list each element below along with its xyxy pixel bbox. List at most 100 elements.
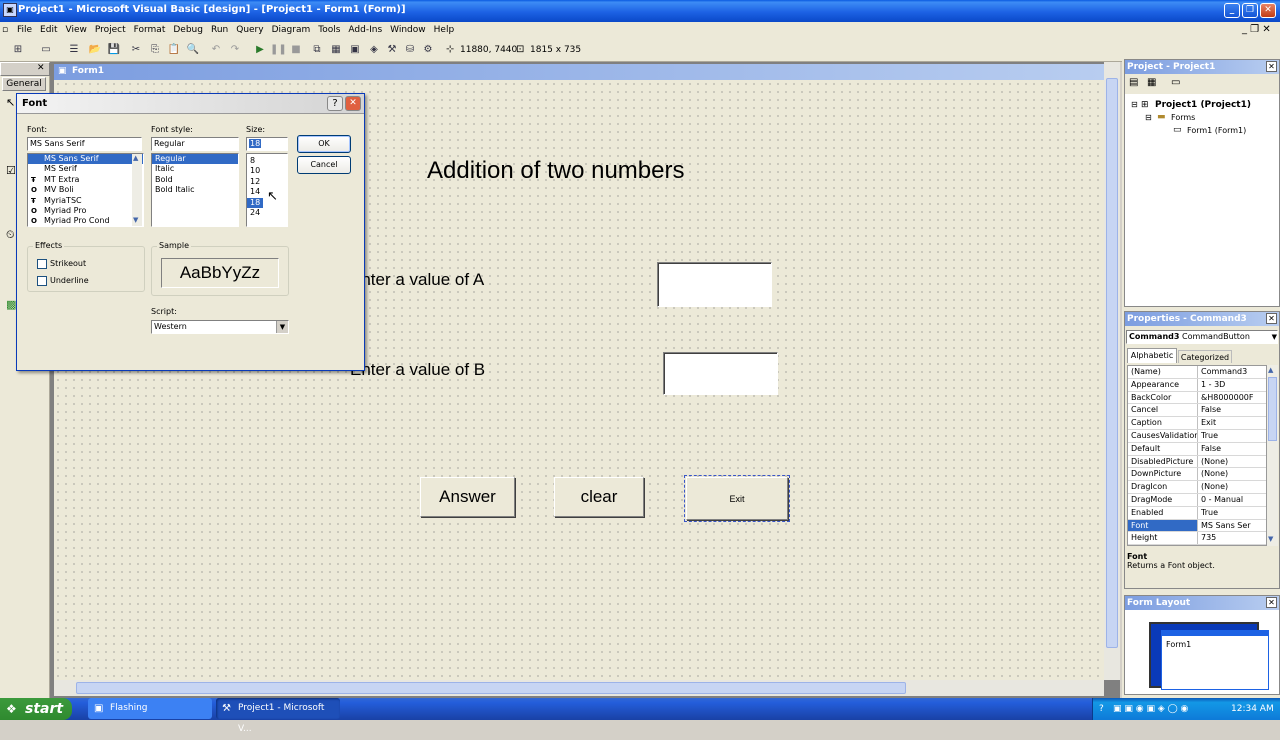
property-row[interactable]: DragIcon (None) [1128, 481, 1266, 494]
object-browser-icon[interactable]: ◈ [366, 42, 382, 58]
scroll-up-icon[interactable]: ▲ [133, 154, 138, 162]
menu-project[interactable]: Project [91, 22, 130, 38]
ok-button[interactable]: OK [297, 135, 351, 153]
menu-format[interactable]: Format [130, 22, 170, 38]
property-value[interactable]: Command3 [1198, 366, 1266, 378]
property-value[interactable]: 0 - Manual [1198, 494, 1266, 506]
property-value[interactable]: (None) [1198, 456, 1266, 468]
property-row[interactable]: Appearance 1 - 3D [1128, 378, 1266, 392]
layout-form-preview[interactable]: Form1 [1161, 630, 1269, 690]
property-value[interactable]: Exit [1198, 417, 1266, 429]
tree-collapse-icon[interactable]: ⊟ [1131, 100, 1138, 109]
property-value[interactable]: (None) [1198, 468, 1266, 480]
font-dialog-close-button[interactable]: ✕ [345, 96, 361, 111]
properties-panel-close-icon[interactable]: ✕ [1266, 313, 1277, 324]
property-value[interactable]: 735 [1198, 532, 1266, 544]
view-code-icon[interactable]: ▤ [1129, 77, 1138, 88]
font-list-item[interactable]: Ŧ MyriaTSC [28, 196, 143, 206]
style-list-item[interactable]: Bold Italic [152, 185, 238, 195]
timer-tool-icon[interactable]: ⏲ [6, 228, 15, 242]
cancel-button[interactable]: Cancel [297, 156, 351, 174]
menu-view[interactable]: View [61, 22, 90, 38]
toolbox-general-tab[interactable]: General [2, 77, 46, 91]
add-form-icon[interactable]: ▭ [38, 42, 54, 58]
font-list[interactable]: MS Sans Serif MS Serif Ŧ MT Extra O MV Bol… [27, 153, 144, 227]
menu-help[interactable]: Help [430, 22, 459, 38]
style-list-item[interactable]: Regular [152, 154, 238, 165]
property-value[interactable]: True [1198, 507, 1266, 519]
property-row[interactable]: Height 735 [1128, 532, 1266, 546]
menu-run[interactable]: Run [207, 22, 232, 38]
clear-button[interactable]: clear [554, 477, 644, 517]
open-icon[interactable]: 📂 [87, 42, 103, 58]
strikeout-label[interactable]: Strikeout [50, 259, 86, 268]
properties-scrollbar[interactable]: ▲ ▼ [1267, 365, 1278, 546]
menu-query[interactable]: Query [232, 22, 267, 38]
property-row[interactable]: Caption Exit [1128, 417, 1266, 430]
view-object-icon[interactable]: ▦ [1147, 77, 1156, 88]
property-row[interactable]: Font MS Sans Ser [1128, 519, 1266, 533]
properties-window-icon[interactable]: ▦ [328, 42, 344, 58]
task-flashing[interactable]: ▣ Flashing [88, 698, 212, 719]
textbox-a[interactable] [657, 262, 772, 307]
size-list-item[interactable]: 12 [247, 177, 287, 187]
font-dialog-help-button[interactable]: ? [327, 96, 343, 111]
start-icon[interactable]: ▶ [252, 42, 268, 58]
scroll-thumb[interactable] [1268, 377, 1277, 441]
help-tray-icon[interactable]: ? [1099, 698, 1104, 720]
undo-icon[interactable]: ↶ [208, 42, 224, 58]
property-value[interactable]: False [1198, 443, 1266, 455]
size-list-item[interactable]: 10 [247, 166, 287, 176]
property-row[interactable]: DisabledPicture (None) [1128, 455, 1266, 469]
style-list-item[interactable]: Italic [152, 164, 238, 174]
object-selector[interactable]: Command3 CommandButton ▼ [1126, 330, 1278, 344]
end-icon[interactable]: ■ [288, 42, 304, 58]
property-row[interactable]: CausesValidation True [1128, 429, 1266, 443]
task-vb[interactable]: ⚒ Project1 - Microsoft V... [216, 698, 340, 734]
paste-icon[interactable]: 📋 [166, 42, 182, 58]
font-list-item[interactable]: O Myriad Pro Cond [28, 216, 143, 226]
label-a[interactable]: Enter a value of A [350, 270, 484, 290]
style-list[interactable]: Regular Italic Bold Bold Italic [151, 153, 239, 227]
menu-debug[interactable]: Debug [169, 22, 207, 38]
tree-collapse-icon[interactable]: ⊟ [1145, 113, 1152, 122]
forms-folder[interactable]: Forms [1171, 113, 1195, 122]
size-list-item[interactable]: 24 [247, 208, 287, 218]
menu-editor-icon[interactable]: ☰ [66, 42, 82, 58]
restore-button[interactable]: ❐ [1242, 3, 1258, 18]
form1-item[interactable]: Form1 (Form1) [1187, 126, 1246, 135]
toolbox-icon[interactable]: ⚒ [384, 42, 400, 58]
toggle-folders-icon[interactable]: ▭ [1171, 77, 1180, 88]
cut-icon[interactable]: ✂ [128, 42, 144, 58]
hscroll-thumb[interactable] [76, 682, 906, 694]
pointer-tool-icon[interactable]: ↖ [6, 96, 15, 109]
property-row[interactable]: DownPicture (None) [1128, 468, 1266, 482]
project-explorer-icon[interactable]: ⧉ [309, 42, 325, 58]
font-list-item[interactable]: MS Sans Serif [28, 154, 143, 165]
save-icon[interactable]: 💾 [106, 42, 122, 58]
mdi-window-controls[interactable]: _ ❐ ✕ [1238, 22, 1275, 38]
tray-icons[interactable]: ▣ ▣ ◉ ▣ ◈ ◯ ◉ [1113, 698, 1188, 720]
scroll-down-icon[interactable]: ▼ [1268, 535, 1273, 543]
style-list-item[interactable]: Bold [152, 175, 238, 185]
font-list-item[interactable]: MS Serif [28, 164, 143, 174]
start-button[interactable]: ❖ start [0, 698, 72, 720]
font-list-item[interactable]: Ŧ MT Extra [28, 175, 143, 185]
strikeout-checkbox[interactable] [37, 259, 47, 269]
answer-button[interactable]: Answer [420, 477, 515, 517]
form-layout-close-icon[interactable]: ✕ [1266, 597, 1277, 608]
project-panel-close-icon[interactable]: ✕ [1266, 61, 1277, 72]
break-icon[interactable]: ❚❚ [270, 42, 287, 58]
scroll-down-icon[interactable]: ▼ [133, 216, 138, 224]
font-list-item[interactable]: O MV Boli [28, 185, 143, 195]
property-row[interactable]: Enabled True [1128, 506, 1266, 520]
scroll-up-icon[interactable]: ▲ [1268, 366, 1273, 374]
underline-checkbox[interactable] [37, 276, 47, 286]
property-row[interactable]: Cancel False [1128, 404, 1266, 418]
data-view-icon[interactable]: ⛁ [402, 42, 418, 58]
property-value[interactable]: &H8000000F [1198, 392, 1266, 404]
tab-categorized[interactable]: Categorized [1178, 350, 1232, 363]
minimize-button[interactable]: _ [1224, 3, 1240, 18]
property-value[interactable]: MS Sans Ser [1198, 520, 1266, 532]
font-list-item[interactable]: O Myriad Pro [28, 206, 143, 216]
